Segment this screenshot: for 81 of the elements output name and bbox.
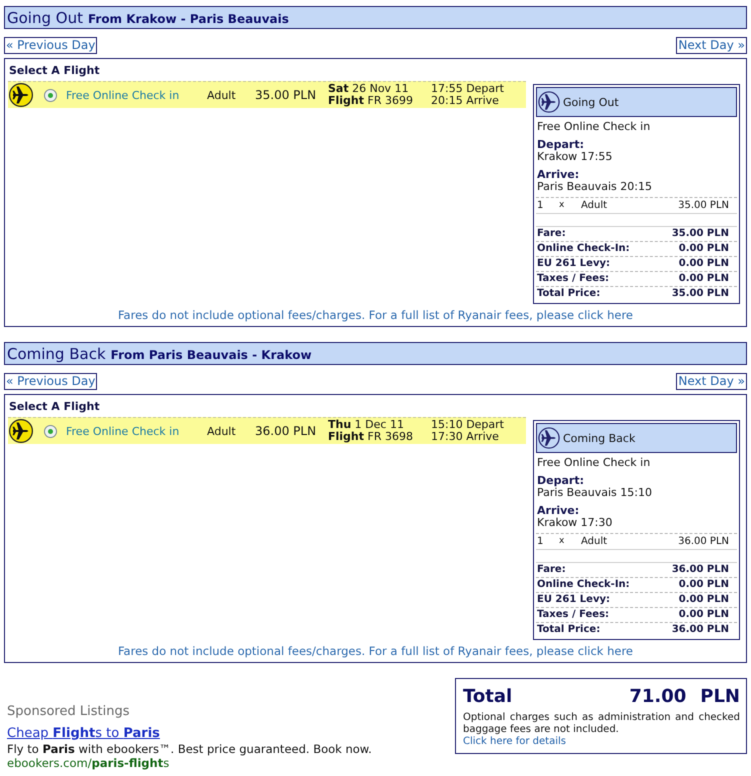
summary-title: Going Out [563, 96, 619, 108]
multiply-sign: x [559, 199, 566, 212]
plane-icon [9, 83, 33, 107]
total-label: Total [463, 685, 512, 709]
cost-label: Total Price: [537, 623, 600, 637]
passenger-price: 35.00 PLN [678, 199, 729, 213]
cost-value: 36.00 PLN [672, 623, 729, 637]
fees-notice[interactable]: Fares do not include optional fees/charges. For a full list of Ryanair fees, please click here [5, 644, 746, 658]
leg-title: Going Out [7, 8, 83, 26]
previous-day-link[interactable]: « Previous Day [4, 37, 98, 54]
arrive-time: 17:30 Arrive [431, 431, 499, 443]
leg-title: Coming Back [7, 344, 106, 362]
passenger-type: Adult [581, 199, 608, 213]
cost-value: 0.00 PLN [678, 608, 729, 622]
passenger-type: Adult [207, 88, 237, 102]
flight-date: Sat 26 Nov 11 [328, 83, 410, 95]
arrive-label: Arrive: [536, 169, 580, 181]
arrive-time: 20:15 Arrive [431, 95, 499, 107]
cost-value: 0.00 PLN [678, 578, 729, 592]
route-text: From Krakow - Paris Beauvais [88, 10, 289, 26]
radio-button[interactable] [44, 424, 56, 438]
cost-value: 0.00 PLN [678, 593, 729, 607]
details-link[interactable]: Click here for details [463, 736, 740, 748]
total-currency: PLN [700, 685, 740, 709]
cost-label: Online Check-In: [537, 578, 630, 592]
summary-fare-type: Free Online Check in [536, 121, 652, 133]
cost-value: 35.00 PLN [672, 227, 729, 241]
passenger-count: 1 [537, 535, 544, 549]
cost-label: Fare: [537, 227, 566, 241]
flight-number: Flight FR 3699 [328, 95, 414, 107]
radio-button[interactable] [44, 88, 56, 102]
next-day-link[interactable]: Next Day » [676, 373, 747, 390]
multiply-sign: x [559, 535, 566, 548]
passenger-type: Adult [207, 424, 237, 438]
cost-value: 0.00 PLN [678, 242, 729, 256]
fare-type-link[interactable]: Free Online Check in [66, 424, 207, 438]
cost-value: 36.00 PLN [672, 563, 729, 577]
plane-icon [9, 419, 33, 443]
flight-date: Thu 1 Dec 11 [328, 419, 405, 431]
total-note: Optional charges such as administration and checked baggage fees are not included. [463, 712, 740, 736]
flight-row[interactable]: Free Online Check in Adult 36.00 PLN Thu 1 Dec 11 Flight FR 3698 15:10 Depart 17:30 Arrive [8, 417, 526, 444]
fees-notice[interactable]: Fares do not include optional fees/charges. For a full list of Ryanair fees, please click here [5, 308, 746, 322]
select-flight-label: Select A Flight [8, 64, 101, 77]
cost-label: Fare: [537, 563, 566, 577]
ad-url: ebookers.com/paris-flights [7, 756, 170, 770]
fare-type-link[interactable]: Free Online Check in [66, 88, 207, 102]
depart-time: 17:55 Depart [431, 83, 505, 95]
total-amount: 71.00 [629, 685, 686, 709]
flight-row[interactable]: Free Online Check in Adult 35.00 PLN Sat 26 Nov 11 Flight FR 3699 17:55 Depart 20:15 Arrive [8, 81, 526, 108]
depart-info: Paris Beauvais 15:10 [536, 487, 653, 499]
cost-label: Total Price: [537, 287, 600, 301]
arrive-label: Arrive: [536, 505, 580, 517]
cost-label: Taxes / Fees: [537, 272, 610, 286]
cost-value: 0.00 PLN [678, 257, 729, 271]
cost-label: Taxes / Fees: [537, 608, 610, 622]
depart-label: Depart: [536, 475, 585, 487]
depart-label: Depart: [536, 139, 585, 151]
sponsored-heading: Sponsored Listings [7, 704, 130, 720]
cost-value: 35.00 PLN [672, 287, 729, 301]
cost-value: 0.00 PLN [678, 272, 729, 286]
cost-label: Online Check-In: [537, 242, 630, 256]
ad-title-link[interactable]: Cheap Flights to Paris [7, 726, 372, 742]
cost-label: EU 261 Levy: [537, 257, 610, 271]
previous-day-link[interactable]: « Previous Day [4, 373, 98, 390]
flight-number: Flight FR 3698 [328, 431, 414, 443]
depart-time: 15:10 Depart [431, 419, 505, 431]
arrive-info: Paris Beauvais 20:15 [536, 181, 653, 193]
summary-title: Coming Back [563, 432, 636, 444]
flight-price: 36.00 PLN [255, 424, 318, 438]
next-day-link[interactable]: Next Day » [676, 37, 747, 54]
route-text: From Paris Beauvais - Krakow [110, 346, 312, 362]
depart-info: Krakow 17:55 [536, 151, 614, 163]
summary-fare-type: Free Online Check in [536, 457, 652, 469]
cost-label: EU 261 Levy: [537, 593, 610, 607]
select-flight-label: Select A Flight [8, 400, 101, 413]
passenger-count: 1 [537, 199, 544, 213]
flight-price: 35.00 PLN [255, 88, 318, 102]
passenger-price: 36.00 PLN [678, 535, 729, 549]
passenger-type: Adult [581, 535, 608, 549]
arrive-info: Krakow 17:30 [536, 517, 614, 529]
ad-description: Fly to Paris with ebookers™. Best price guaranteed. Book now. [7, 742, 372, 756]
